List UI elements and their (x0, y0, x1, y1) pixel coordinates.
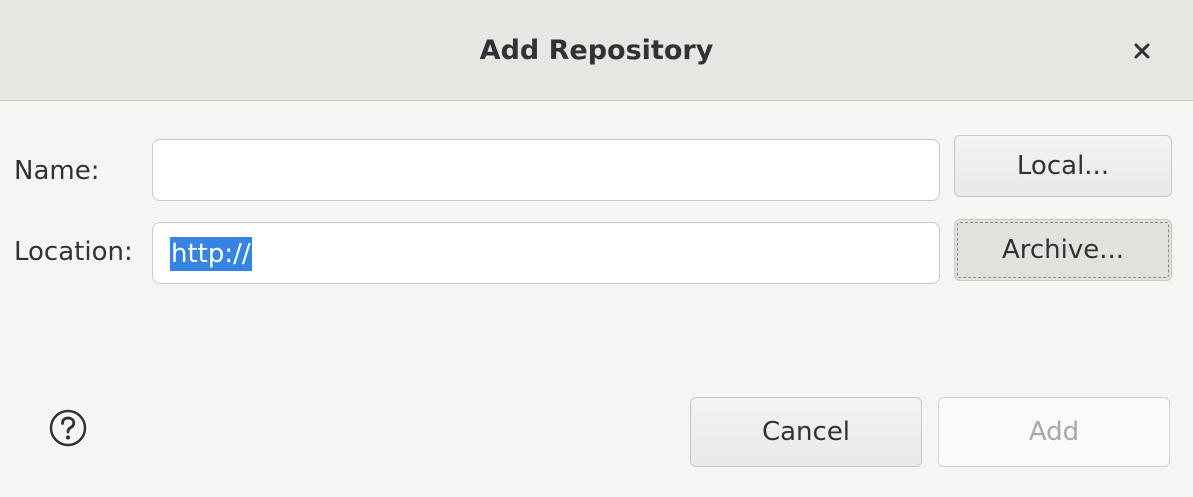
add-button[interactable]: Add (938, 397, 1170, 467)
close-icon[interactable] (1127, 36, 1157, 66)
help-icon[interactable] (48, 408, 88, 448)
dialog-title: Add Repository (479, 35, 714, 66)
dialog-content: Name: Local... Location: http:// Archive… (0, 101, 1193, 497)
location-value-selected: http:// (170, 237, 252, 271)
location-input[interactable]: http:// (152, 222, 940, 284)
location-label: Location: (14, 237, 133, 267)
local-button[interactable]: Local... (954, 135, 1172, 197)
name-label: Name: (14, 156, 100, 186)
name-input[interactable] (152, 139, 940, 201)
cancel-button[interactable]: Cancel (690, 397, 922, 467)
titlebar: Add Repository (0, 0, 1193, 101)
archive-button[interactable]: Archive... (954, 219, 1172, 281)
add-repository-dialog: Add Repository Name: Local... Location: … (0, 0, 1193, 497)
